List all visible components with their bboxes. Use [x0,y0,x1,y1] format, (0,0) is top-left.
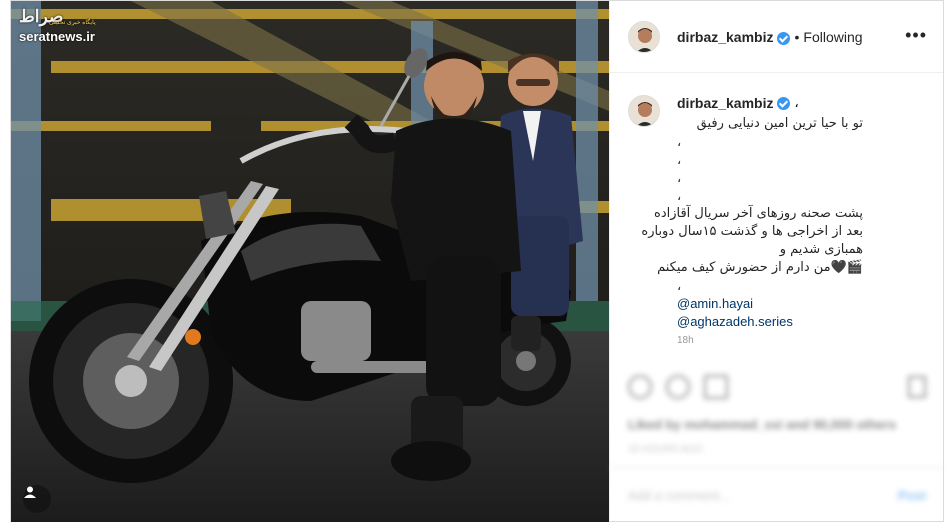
watermark-url: seratnews.ir [19,29,95,44]
username-link[interactable]: dirbaz_kambiz [677,29,773,45]
posted-time: 18 HOURS AGO [628,444,703,455]
profile-photo-icon [629,21,659,52]
caption-timestamp[interactable]: 18h [677,335,925,346]
profile-photo-icon [629,96,659,126]
caption-line: ، [677,278,682,293]
user-icon [24,486,36,498]
caption-line: همبازی شدیم و [779,242,863,257]
caption-line: تو با حیا ترین امین دنیایی رفیق [696,116,863,131]
caption-line: ، [677,152,682,167]
caption-text: تو با حیا ترین امین دنیایی رفیق ، ، ، ، … [641,115,925,331]
comment-icon[interactable] [666,375,690,399]
photo-scene [11,1,609,522]
comment-box: Add a comment... Post [610,467,944,522]
likes-count[interactable]: Liked by mohammad_ssi and 90,000 others [610,413,944,436]
separator-dot: • [794,28,800,45]
more-options-icon[interactable]: ••• [905,25,927,46]
caption-avatar[interactable] [628,95,660,127]
post-comment-button[interactable]: Post [898,488,926,503]
caption: dirbaz_kambiz ، تو با حیا ترین امین دنیا… [610,73,943,373]
following-button[interactable]: Following [803,29,862,45]
mention-link[interactable]: @amin.hayai [677,295,925,313]
avatar[interactable] [628,20,660,53]
watermark: صراط پایگاه خبری تحلیلی seratnews.ir [19,7,96,44]
post-header: dirbaz_kambiz • Following ••• [610,1,943,73]
caption-leading-comma: ، [794,95,799,110]
action-icons-row [610,361,944,413]
watermark-subtitle: پایگاه خبری تحلیلی [49,20,96,26]
post-actions: Liked by mohammad_ssi and 90,000 others … [610,361,944,522]
verified-badge-icon [777,97,791,110]
caption-line: بعد از اخراجی ها و گذشت ۱۵سال دوباره [641,224,863,239]
instagram-post: صراط پایگاه خبری تحلیلی seratnews.ir dir… [10,0,944,522]
caption-line: ، [677,188,682,203]
mention-link[interactable]: @aghazadeh.series [677,313,925,331]
like-icon[interactable] [628,375,652,399]
caption-line: 🎬🖤من دارم از حضورش کیف میکنم [657,260,863,275]
post-photo[interactable]: صراط پایگاه خبری تحلیلی seratnews.ir [11,1,609,522]
caption-line: ، [677,170,682,185]
caption-username[interactable]: dirbaz_kambiz [677,95,773,111]
share-icon[interactable] [704,375,728,399]
caption-line: ، [677,134,682,149]
bookmark-icon[interactable] [908,376,926,398]
verified-badge-icon [777,32,791,45]
comment-input[interactable]: Add a comment... [628,488,730,503]
caption-line: پشت صحنه روزهای آخر سریال آقازاده [654,206,863,221]
tagged-users-button[interactable] [23,485,51,513]
post-sidebar: dirbaz_kambiz • Following ••• dirbaz_kam… [609,1,944,522]
